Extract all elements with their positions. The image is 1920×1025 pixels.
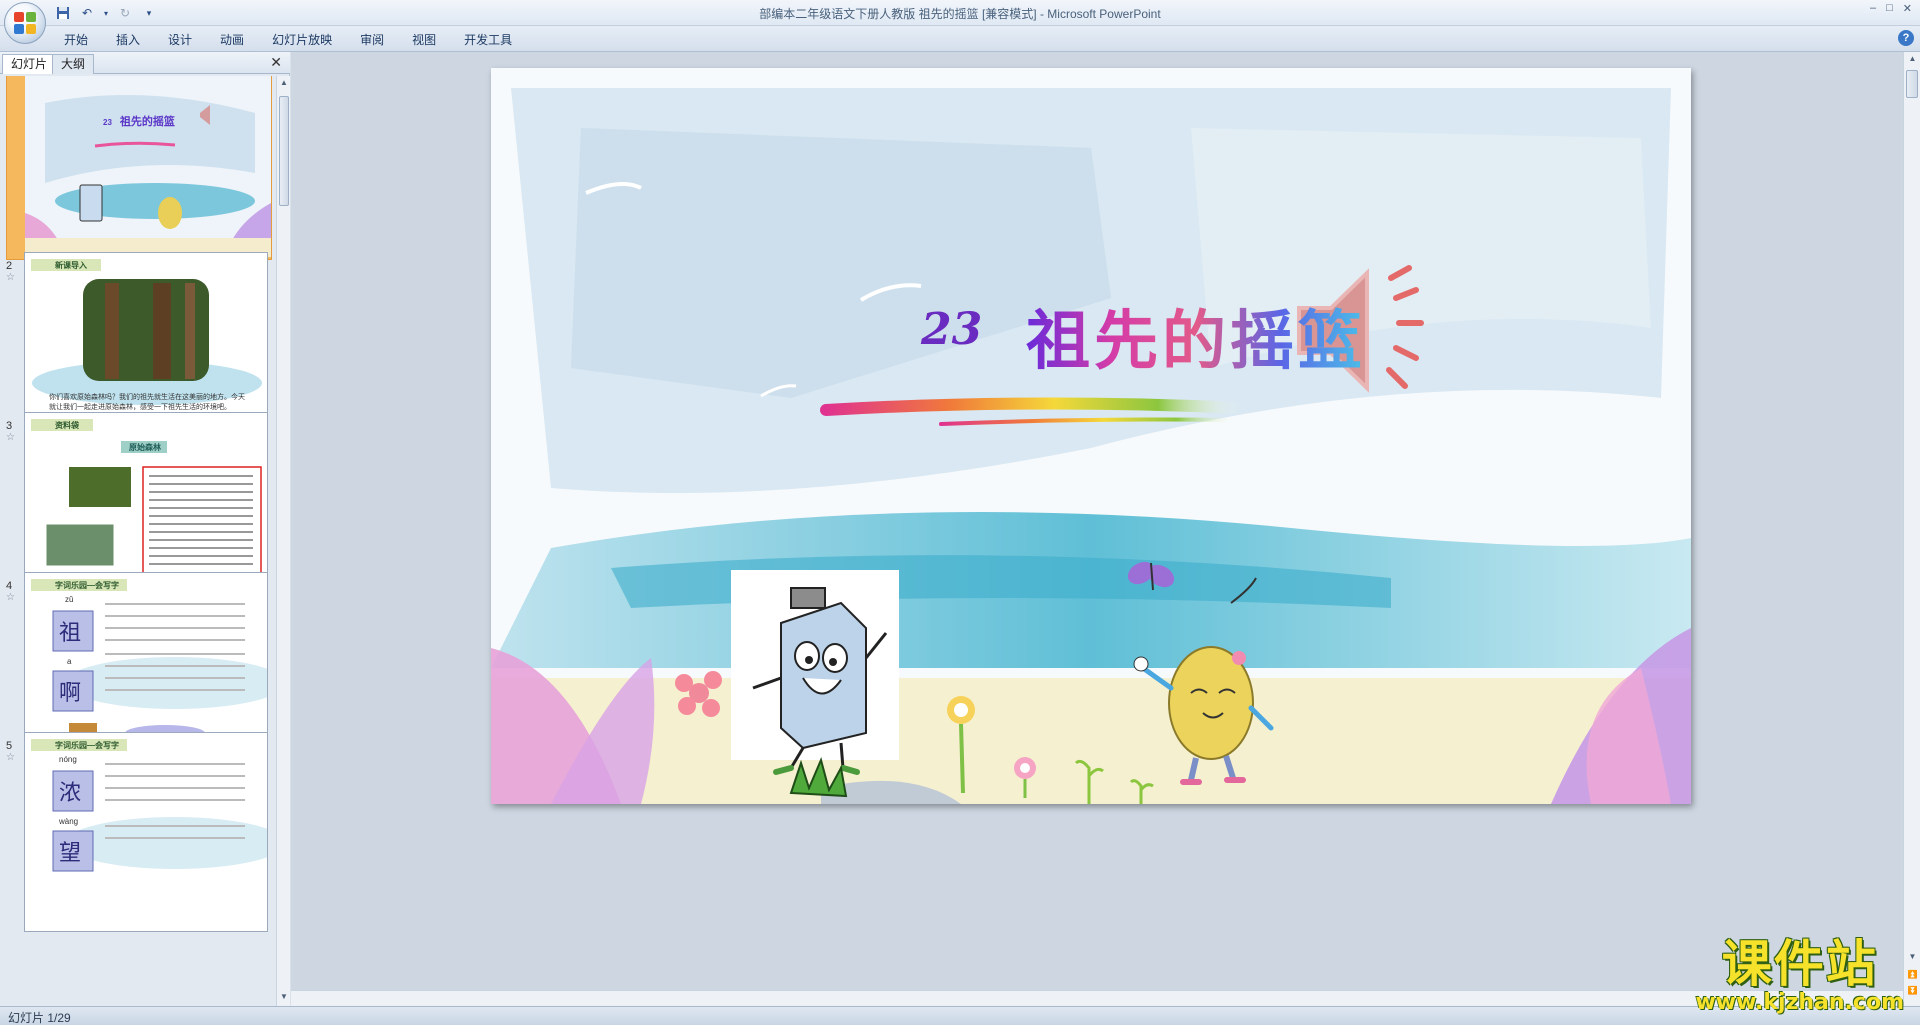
thumbnail-slide-4[interactable]: 字词乐园—会写字 zǔ 祖 a 啊: [24, 572, 268, 756]
animation-star-icon: ☆: [6, 752, 15, 763]
thumbnail-number: 5: [6, 740, 13, 752]
book-character-image[interactable]: [731, 570, 899, 775]
minimize-button[interactable]: –: [1870, 2, 1876, 15]
tab-animations[interactable]: 动画: [206, 30, 258, 50]
thumbnail-4-pinyin-2: a: [67, 657, 72, 666]
scroll-down-icon[interactable]: ▼: [1906, 952, 1919, 964]
next-slide-icon[interactable]: ⏬: [1906, 986, 1919, 998]
thumbnail-2-caption: 你们喜欢原始森林吗？我们的祖先就生活在这美丽的地方。今天就让我们一起走进原始森林…: [49, 394, 245, 411]
thumbnail-5-pinyin-2: wàng: [59, 817, 79, 826]
tab-slideshow[interactable]: 幻灯片放映: [258, 30, 346, 50]
slide-title[interactable]: 祖先的摇篮: [1026, 290, 1366, 382]
status-bar: 幻灯片 1/29: [0, 1006, 1920, 1025]
powerpoint-window: ↶ ▾ ↻ ▾ 部编本二年级语文下册人教版 祖先的摇篮 [兼容模式] - Mic…: [0, 0, 1920, 1025]
thumbnail-list: 1 ☆: [0, 76, 274, 1006]
office-button[interactable]: [4, 2, 46, 44]
scroll-up-icon[interactable]: ▲: [279, 78, 289, 90]
thumbnail-4-char-2: 啊: [59, 680, 82, 705]
thumbnail-4-art: [25, 573, 267, 755]
slide-background-art: [491, 68, 1691, 804]
ribbon-tabs: 开始 插入 设计 动画 幻灯片放映 审阅 视图 开发工具: [50, 30, 526, 50]
scrollbar-thumb[interactable]: [1906, 70, 1918, 98]
thumbnail-slide-3[interactable]: 资料袋 原始森林: [24, 412, 268, 596]
window-title: 部编本二年级语文下册人教版 祖先的摇篮 [兼容模式] - Microsoft P…: [759, 7, 1161, 21]
slides-pane: 幻灯片 大纲 ✕ 1 ☆: [0, 52, 290, 1006]
title-bar: ↶ ▾ ↻ ▾ 部编本二年级语文下册人教版 祖先的摇篮 [兼容模式] - Mic…: [0, 0, 1920, 44]
scroll-up-icon[interactable]: ▲: [1906, 54, 1919, 66]
thumbnail-3-header: 资料袋: [55, 421, 79, 430]
slide-count-status: 幻灯片 1/29: [8, 1011, 71, 1025]
thumbnail-1-art: [25, 76, 271, 257]
tab-insert[interactable]: 插入: [102, 30, 154, 50]
thumbnail-slide-1[interactable]: 23 祖先的摇篮: [6, 76, 272, 260]
thumbnail-number: 4: [6, 580, 13, 592]
thumbnail-2-header: 新课导入: [55, 261, 87, 270]
office-logo-icon: [14, 12, 36, 34]
pane-tabs: 幻灯片 大纲 ✕: [0, 52, 290, 74]
close-pane-icon[interactable]: ✕: [270, 54, 282, 71]
tab-view[interactable]: 视图: [398, 30, 450, 50]
help-icon[interactable]: ?: [1898, 30, 1914, 46]
previous-slide-icon[interactable]: ⏫: [1906, 970, 1919, 982]
thumbnail-5-header: 字词乐园—会写字: [55, 741, 119, 750]
thumbnail-slide-2[interactable]: 新课导入 你们喜欢原始森林吗？我们的祖先就生活在这美丽的地方。今天就让我们一起走…: [24, 252, 268, 436]
thumbnail-3-subheader: 原始森林: [129, 443, 161, 452]
watermark-logo-text: 课件站: [1721, 935, 1878, 993]
animation-star-icon: ☆: [6, 432, 15, 443]
thumbnail-5-char-1: 浓: [59, 780, 82, 805]
ribbon: 开始 插入 设计 动画 幻灯片放映 审阅 视图 开发工具 ?: [0, 26, 1920, 52]
thumbnail-scrollbar[interactable]: ▲ ▼: [276, 76, 290, 1006]
thumbnail-4-char-1: 祖: [59, 620, 82, 645]
thumbnail-number: 3: [6, 420, 13, 432]
tab-developer[interactable]: 开发工具: [450, 30, 526, 50]
thumbnail-4-header: 字词乐园—会写字: [55, 581, 119, 590]
thumbnail-4-pinyin-1: zǔ: [65, 595, 74, 604]
maximize-button[interactable]: □: [1886, 2, 1893, 15]
scroll-down-icon[interactable]: ▼: [279, 992, 289, 1004]
thumbnail-1-title: 23 祖先的摇篮: [103, 116, 175, 128]
close-button[interactable]: ✕: [1903, 2, 1912, 15]
current-slide[interactable]: 23 祖先的摇篮: [491, 68, 1691, 804]
thumbnail-slide-5[interactable]: 字词乐园—会写字 nóng 浓 wàng 望: [24, 732, 268, 932]
slide-scrollbar[interactable]: ▲ ▼ ⏫ ⏬: [1903, 52, 1920, 1006]
watermark-url: www.kjzhan.com: [1695, 990, 1904, 1015]
tab-outline[interactable]: 大纲: [52, 54, 95, 74]
horizontal-scrollbar[interactable]: [291, 990, 1903, 1006]
thumbnail-3-art: [25, 413, 267, 595]
animation-star-icon: ☆: [6, 272, 15, 283]
thumbnail-number: 2: [6, 260, 13, 272]
lesson-number[interactable]: 23: [921, 304, 982, 355]
animation-star-icon: ☆: [6, 592, 15, 603]
scrollbar-thumb[interactable]: [279, 96, 289, 206]
tab-home[interactable]: 开始: [50, 30, 102, 50]
window-controls: – □ ✕: [1870, 2, 1912, 15]
tab-slides[interactable]: 幻灯片: [2, 54, 57, 74]
tab-review[interactable]: 审阅: [346, 30, 398, 50]
site-watermark: 课件站 www.kjzhan.com: [1695, 924, 1904, 1015]
thumbnail-5-char-2: 望: [59, 840, 82, 865]
thumbnail-5-pinyin-1: nóng: [59, 755, 77, 764]
tab-design[interactable]: 设计: [154, 30, 206, 50]
slide-editing-area: 23 祖先的摇篮: [291, 52, 1903, 1006]
